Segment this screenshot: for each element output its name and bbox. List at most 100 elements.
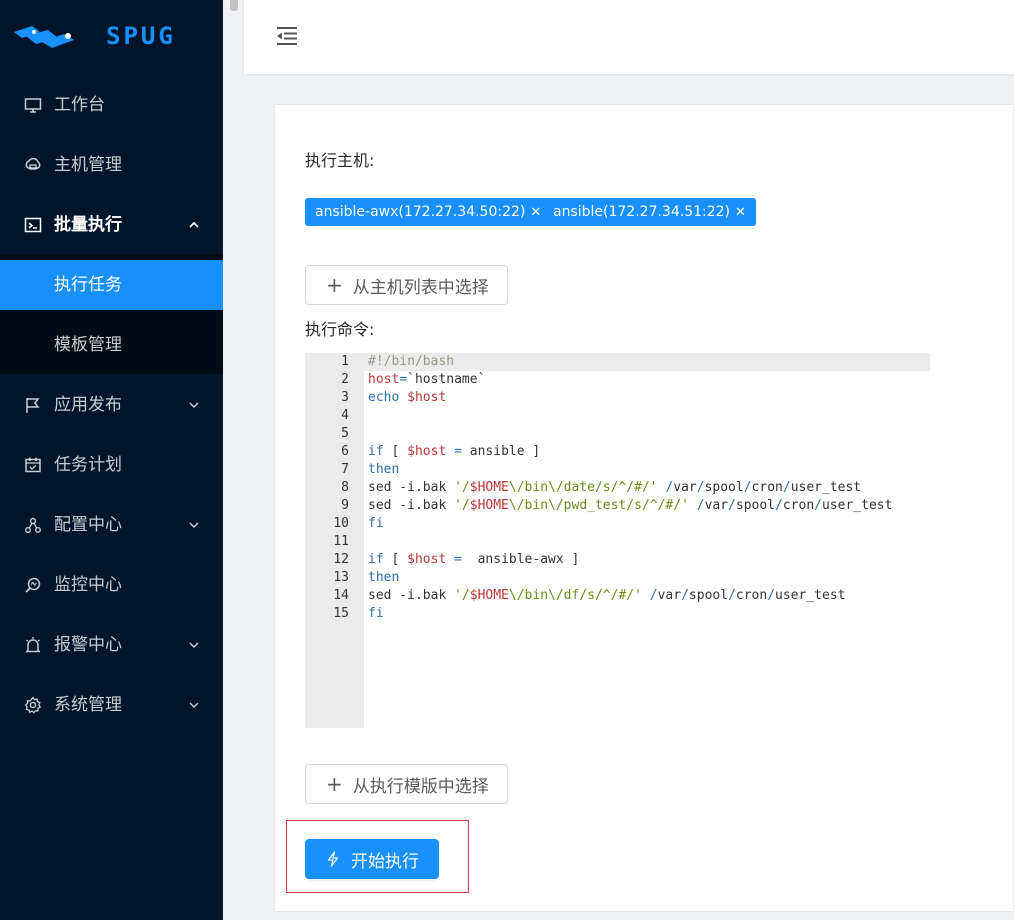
code-line: 4 (305, 407, 930, 425)
start-execute-label: 开始执行 (351, 851, 419, 872)
scroll-gutter (223, 0, 244, 920)
chevron-down-icon (189, 642, 199, 649)
code-line: 12 if [ $host = ansible-awx ] (305, 551, 930, 569)
sidebar-item-label: 系统管理 (54, 695, 122, 715)
host-tag: ansible-awx(172.27.34.50:22) ✕ (305, 198, 552, 226)
code-text: then (368, 462, 400, 477)
host-tag-label: ansible-awx(172.27.34.50:22) (315, 204, 526, 220)
code-text: if [ $host = ansible ] (368, 444, 541, 459)
code-text: sed -i.bak '/$HOME\/bin\/pwd_test/s/^/#/… (368, 498, 893, 513)
line-number: 14 (333, 588, 349, 603)
code-line: 15 fi (305, 605, 930, 623)
sidebar-item-exec-task[interactable]: 执行任务 (0, 260, 223, 310)
hosts-label: 执行主机: (305, 151, 375, 170)
code-line: 14 sed -i.bak '/$HOME\/bin\/df/s/^/#/' /… (305, 587, 930, 605)
sidebar-item-label: 应用发布 (54, 395, 122, 415)
sidebar-item-label: 任务计划 (54, 455, 122, 475)
sidebar-item-label: 工作台 (54, 95, 105, 115)
sidebar-item-label: 主机管理 (54, 155, 122, 175)
host-tag: ansible(172.27.34.51:22) ✕ (543, 198, 756, 226)
thunderbolt-icon (327, 851, 339, 867)
select-from-template-label: 从执行模版中选择 (352, 776, 489, 797)
sidebar-item-dashboard[interactable]: 工作台 (0, 80, 223, 130)
code-text: sed -i.bak '/$HOME\/bin\/df/s/^/#/' /var… (368, 588, 846, 603)
sidebar-item-batch[interactable]: 批量执行 (0, 200, 223, 250)
logo-text: SPUG (106, 22, 176, 50)
code-line: 6 if [ $host = ansible ] (305, 443, 930, 461)
command-label: 执行命令: (305, 320, 375, 339)
line-number: 2 (341, 372, 349, 387)
sidebar-item-deploy[interactable]: 应用发布 (0, 380, 223, 430)
chevron-down-icon (189, 702, 199, 709)
code-text: host=`hostname` (368, 372, 486, 387)
code-line: 13 then (305, 569, 930, 587)
code-line: 8 sed -i.bak '/$HOME\/bin\/date/s/^/#/' … (305, 479, 930, 497)
plus-icon: + (326, 273, 343, 297)
sidebar-item-template[interactable]: 模板管理 (0, 320, 223, 370)
line-number: 3 (341, 390, 349, 405)
line-number: 6 (341, 444, 349, 459)
select-from-hosts-label: 从主机列表中选择 (352, 277, 489, 298)
code-text: then (368, 570, 400, 585)
chevron-up-icon (189, 221, 199, 228)
sidebar-item-label: 批量执行 (54, 215, 122, 235)
top-header (244, 0, 1014, 74)
sidebar-item-label: 报警中心 (54, 635, 122, 655)
code-line: 9 sed -i.bak '/$HOME\/bin\/pwd_test/s/^/… (305, 497, 930, 515)
code-line: 11 (305, 533, 930, 551)
cloud-server-icon (25, 157, 41, 170)
sidebar-item-label: 执行任务 (54, 275, 122, 295)
sidebar-item-schedule[interactable]: 任务计划 (0, 440, 223, 490)
start-execute-button[interactable]: 开始执行 (305, 839, 439, 879)
desktop-icon (24, 98, 42, 113)
close-icon[interactable]: ✕ (735, 205, 746, 220)
line-number: 13 (333, 570, 349, 585)
line-number: 10 (333, 516, 349, 531)
sidebar-item-alarm[interactable]: 报警中心 (0, 620, 223, 670)
sidebar-item-hosts[interactable]: 主机管理 (0, 140, 223, 190)
logo[interactable]: SPUG (0, 0, 223, 75)
close-icon[interactable]: ✕ (530, 205, 541, 220)
code-line: 10 fi (305, 515, 930, 533)
deployment-unit-icon (25, 517, 41, 533)
scrollbar-thumb[interactable] (230, 0, 238, 11)
terminal-icon (24, 217, 42, 233)
line-number: 9 (341, 498, 349, 513)
line-number: 1 (341, 354, 349, 369)
calendar-icon (25, 457, 41, 473)
sidebar-item-system[interactable]: 系统管理 (0, 680, 223, 730)
sidebar-item-config[interactable]: 配置中心 (0, 500, 223, 550)
line-number: 11 (333, 534, 349, 549)
select-from-template-button[interactable]: + 从执行模版中选择 (305, 764, 508, 804)
line-number: 4 (341, 408, 349, 423)
sidebar-item-monitor[interactable]: 监控中心 (0, 560, 223, 610)
setting-icon (24, 696, 42, 714)
line-number: 5 (341, 426, 349, 441)
logo-mark-icon (14, 26, 74, 48)
code-text: if [ $host = ansible-awx ] (368, 552, 580, 567)
sidebar-item-label: 监控中心 (54, 575, 122, 595)
code-line: 5 (305, 425, 930, 443)
plus-icon: + (326, 772, 343, 796)
code-line: 7 then (305, 461, 930, 479)
chevron-down-icon (189, 402, 199, 409)
chevron-down-icon (189, 522, 199, 529)
code-text: fi (368, 606, 384, 621)
line-number: 7 (341, 462, 349, 477)
line-number: 8 (341, 480, 349, 495)
code-editor[interactable]: 1 #!/bin/bash 2 host=`hostname` 3 echo $… (305, 353, 930, 728)
code-text: echo $host (368, 390, 447, 405)
code-text: sed -i.bak '/$HOME\/bin\/date/s/^/#/' /v… (368, 480, 862, 495)
monitor-search-icon (25, 577, 41, 593)
alert-icon (26, 637, 40, 653)
sidebar-item-label: 模板管理 (54, 335, 122, 355)
code-line: 1 #!/bin/bash (305, 353, 930, 371)
sidebar-item-label: 配置中心 (54, 515, 122, 535)
sidebar: SPUG 工作台 主机管理 批量执行 执行任务 模板管理 应用发布 任务计划 配… (0, 0, 223, 920)
host-tag-label: ansible(172.27.34.51:22) (553, 204, 730, 220)
code-text: fi (368, 516, 384, 531)
select-from-hosts-button[interactable]: + 从主机列表中选择 (305, 265, 508, 305)
menu-fold-icon[interactable] (275, 24, 299, 48)
code-line: 3 echo $host (305, 389, 930, 407)
code-text: #!/bin/bash (368, 354, 455, 369)
